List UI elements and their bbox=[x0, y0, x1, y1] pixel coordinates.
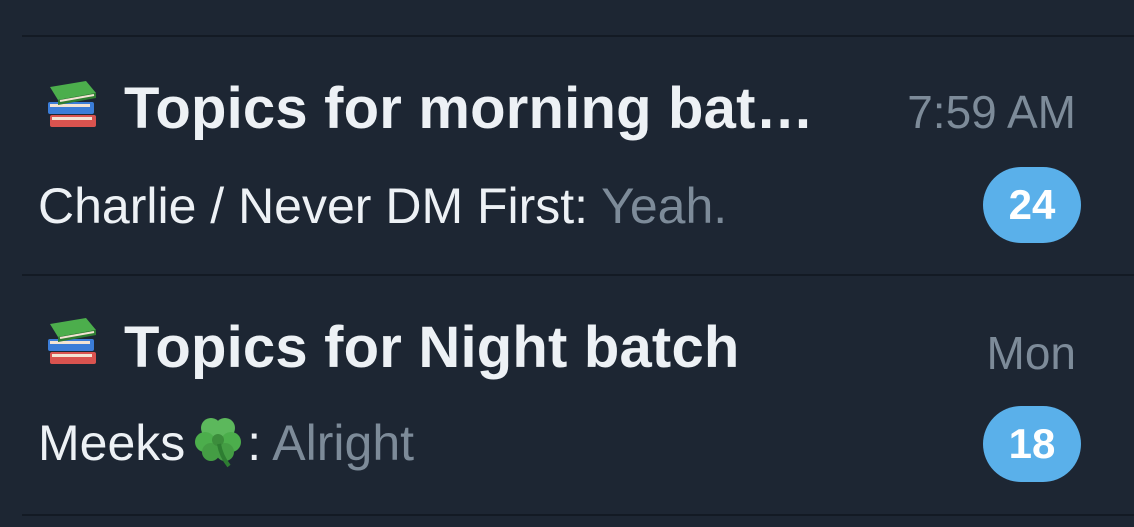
chat-row-night-batch[interactable]: Topics for Night batch Mon Meeks : Alrig… bbox=[0, 276, 1134, 512]
message-text: Yeah. bbox=[588, 178, 728, 234]
unread-count-badge: 18 bbox=[983, 406, 1081, 482]
chat-time: 7:59 AM bbox=[907, 86, 1076, 138]
message-sender: Meeks bbox=[38, 415, 186, 471]
message-text: Alright bbox=[261, 415, 415, 471]
unread-count-badge: 24 bbox=[983, 167, 1081, 243]
sender-separator: : bbox=[247, 415, 262, 471]
books-icon bbox=[48, 318, 96, 364]
chat-title: Topics for Night batch bbox=[124, 315, 740, 380]
chat-time: Mon bbox=[986, 327, 1076, 379]
chat-row-morning-batch[interactable]: Topics for morning bat… 7:59 AM Charlie … bbox=[0, 37, 1134, 273]
message-sender: Charlie / Never DM First: bbox=[38, 178, 589, 234]
chat-preview: Meeks : Alright bbox=[38, 414, 414, 472]
books-icon bbox=[48, 81, 96, 127]
four-leaf-clover-icon bbox=[195, 418, 242, 468]
divider bbox=[22, 514, 1134, 516]
chat-list: Topics for morning bat… 7:59 AM Charlie … bbox=[0, 0, 1134, 527]
chat-title: Topics for morning bat… bbox=[124, 76, 814, 141]
chat-preview: Charlie / Never DM First: Yeah. bbox=[38, 177, 727, 235]
